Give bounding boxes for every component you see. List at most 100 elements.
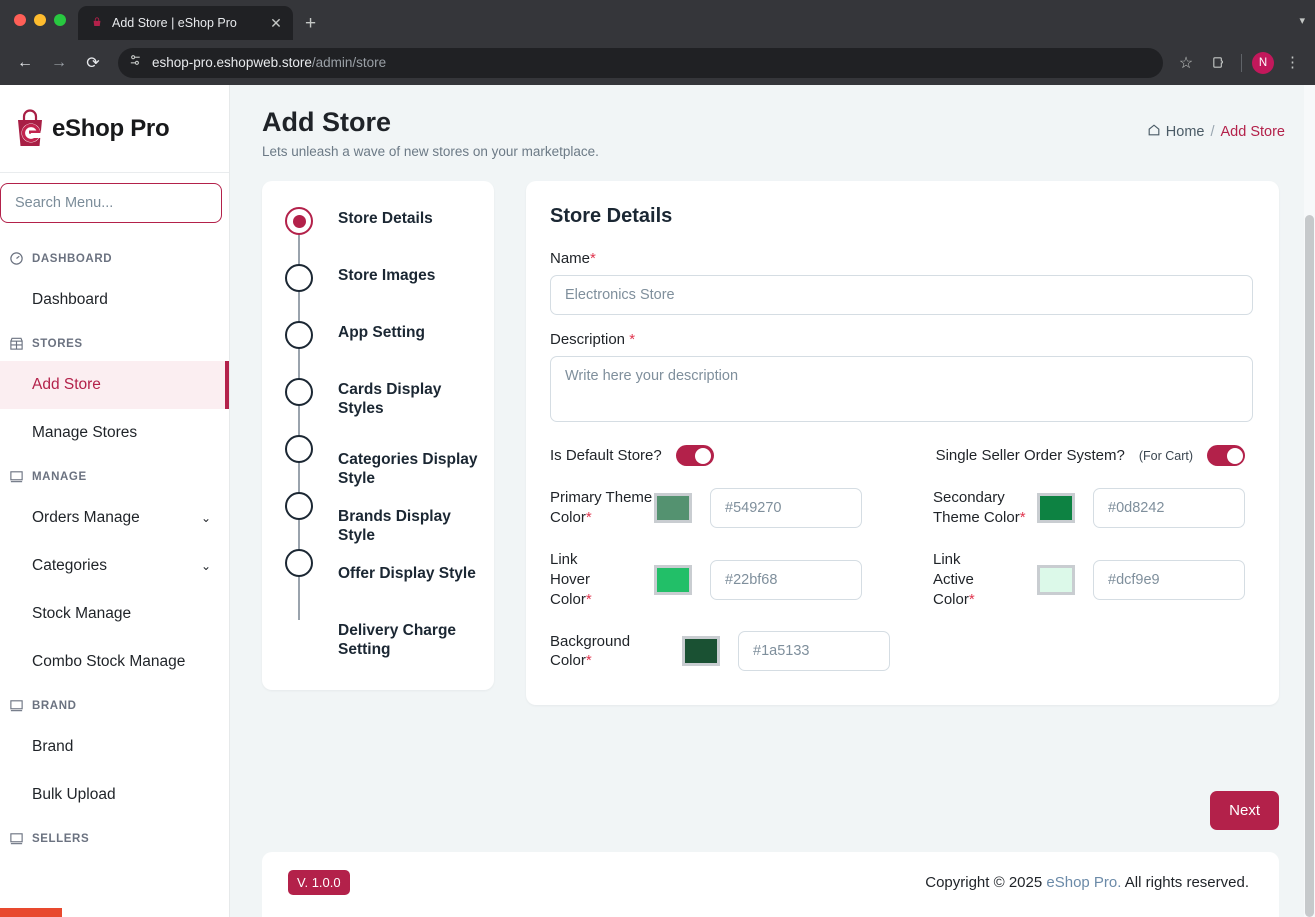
search-menu-input[interactable] [0, 183, 222, 223]
sidebar-nav: DASHBOARD Dashboard STORES Add Store Man… [0, 229, 229, 917]
bookmark-star-icon[interactable]: ☆ [1173, 50, 1199, 76]
sidebar-item-stock-manage[interactable]: Stock Manage [0, 590, 229, 638]
url-path: /admin/store [311, 55, 387, 70]
stepper-step[interactable]: Offer Display Style [282, 549, 478, 621]
reload-button[interactable]: ⟳ [78, 48, 108, 78]
step-rail [282, 321, 316, 393]
back-button[interactable]: ← [10, 48, 40, 78]
address-bar[interactable]: eshop-pro.eshopweb.store/admin/store [118, 47, 1163, 78]
link-hover-color-group: Link Hover Color* [550, 550, 862, 609]
sidebar-section-label: MANAGE [32, 470, 87, 483]
minimize-window-button[interactable] [34, 14, 46, 26]
step-label[interactable]: Brands Display Style [338, 492, 478, 549]
step-label[interactable]: Store Details [338, 207, 433, 264]
stepper-step[interactable]: Store Details [282, 207, 478, 279]
sidebar-item-label: Combo Stock Manage [32, 653, 186, 670]
close-window-button[interactable] [14, 14, 26, 26]
tab-list-chevron-down-icon[interactable]: ▾ [1299, 14, 1305, 27]
primary-theme-color-group: Primary Theme Color* [550, 488, 862, 529]
new-tab-button[interactable]: + [305, 14, 316, 33]
step-label[interactable]: Categories Display Style [338, 435, 478, 492]
tabstrip-actions: ▾ [1299, 0, 1315, 40]
sidebar-section-label: STORES [32, 337, 83, 350]
toolbar-divider [1241, 53, 1242, 72]
app-logo[interactable]: eShop Pro [0, 85, 229, 173]
forward-button[interactable]: → [44, 48, 74, 78]
step-bullet[interactable] [285, 378, 313, 407]
stepper-step[interactable]: App Setting [282, 321, 478, 393]
page-vertical-scrollbar[interactable] [1304, 85, 1315, 917]
stepper-step[interactable]: Delivery Charge Setting [282, 606, 478, 660]
step-bullet[interactable] [285, 549, 313, 578]
step-bullet-active[interactable] [285, 207, 313, 236]
sidebar-section-label: BRAND [32, 699, 77, 712]
extensions-icon[interactable] [1205, 50, 1231, 76]
background-color-label: Background Color* [550, 632, 631, 670]
scrollbar-thumb[interactable] [1305, 215, 1314, 917]
shopping-bag-e-logo-icon [12, 108, 50, 149]
copyright-brand-link[interactable]: eShop Pro. [1046, 874, 1121, 891]
step-label[interactable]: Store Images [338, 264, 435, 321]
is-default-store-label: Is Default Store? [550, 447, 662, 465]
link-hover-color-input[interactable] [710, 559, 862, 600]
primary-theme-color-swatch[interactable] [654, 493, 692, 524]
sidebar-item-categories[interactable]: Categories ⌄ [0, 542, 229, 590]
store-description-textarea[interactable] [550, 356, 1253, 423]
step-bullet[interactable] [285, 264, 313, 293]
step-bullet[interactable] [285, 492, 313, 521]
step-label[interactable]: Offer Display Style [338, 549, 476, 606]
stepper-step[interactable]: Categories Display Style [282, 435, 478, 507]
sidebar-item-dashboard[interactable]: Dashboard [0, 276, 229, 324]
step-rail [282, 378, 316, 450]
site-settings-icon[interactable] [128, 53, 143, 73]
step-label[interactable]: App Setting [338, 321, 425, 378]
monitor-icon [9, 469, 24, 484]
step-label[interactable]: Cards Display Styles [338, 378, 478, 435]
sidebar-item-bulk-upload[interactable]: Bulk Upload [0, 771, 229, 819]
step-bullet[interactable] [285, 321, 313, 350]
link-hover-color-swatch[interactable] [654, 564, 692, 595]
sidebar-horizontal-scrollbar[interactable] [0, 908, 62, 917]
stepper-step[interactable]: Brands Display Style [282, 492, 478, 564]
app-logo-text: eShop Pro [52, 114, 170, 142]
sidebar-item-combo-stock-manage[interactable]: Combo Stock Manage [0, 638, 229, 686]
secondary-theme-color-input[interactable] [1093, 488, 1245, 529]
browser-menu-button[interactable]: ⋮ [1280, 55, 1305, 70]
is-default-store-toggle[interactable] [675, 445, 714, 467]
required-marker: * [590, 250, 596, 268]
profile-avatar[interactable]: N [1252, 51, 1274, 74]
required-marker: * [1019, 509, 1026, 527]
sidebar: eShop Pro DASHBOARD Dashboard [0, 85, 230, 917]
background-color-input[interactable] [738, 631, 890, 672]
breadcrumb-current[interactable]: Add Store [1221, 124, 1286, 140]
sidebar-item-brand[interactable]: Brand [0, 723, 229, 771]
primary-theme-color-label: Primary Theme Color* [550, 489, 653, 527]
primary-theme-color-input[interactable] [710, 488, 862, 529]
sidebar-section-sellers: SELLERS [0, 819, 229, 856]
step-bullet[interactable] [285, 435, 313, 464]
sidebar-item-orders-manage[interactable]: Orders Manage ⌄ [0, 494, 229, 542]
close-tab-button[interactable]: ✕ [267, 16, 285, 30]
sidebar-item-label: Stock Manage [32, 605, 132, 622]
link-active-color-input[interactable] [1093, 559, 1245, 600]
stepper-step[interactable]: Store Images [282, 264, 478, 336]
browser-tab[interactable]: Add Store | eShop Pro ✕ [78, 6, 293, 40]
background-color-swatch[interactable] [682, 636, 720, 667]
single-seller-order-toggle[interactable] [1207, 445, 1245, 467]
stepper-step[interactable]: Cards Display Styles [282, 378, 478, 450]
store-icon [9, 336, 24, 351]
next-button[interactable]: Next [1210, 791, 1279, 830]
sidebar-item-manage-stores[interactable]: Manage Stores [0, 409, 229, 457]
step-label[interactable]: Delivery Charge Setting [338, 606, 478, 660]
maximize-window-button[interactable] [54, 14, 66, 26]
secondary-theme-color-swatch[interactable] [1037, 493, 1075, 524]
monitor-icon [9, 831, 24, 846]
sidebar-item-label: Bulk Upload [32, 786, 116, 803]
breadcrumb-home[interactable]: Home [1147, 123, 1204, 141]
store-name-input[interactable] [550, 275, 1253, 316]
copyright-prefix: Copyright © 2025 [925, 874, 1047, 891]
toggle-knob [695, 447, 712, 464]
link-active-color-swatch[interactable] [1037, 564, 1075, 595]
sidebar-item-add-store[interactable]: Add Store [0, 361, 229, 409]
page-header-text: Add Store Lets unleash a wave of new sto… [262, 107, 599, 159]
